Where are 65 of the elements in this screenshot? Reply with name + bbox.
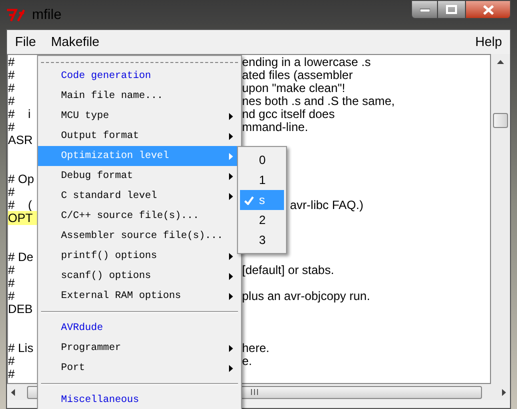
menu-item[interactable]: scanf() options: [38, 266, 241, 286]
menu-item[interactable]: Assembler source file(s)...: [38, 226, 241, 246]
menu-item[interactable]: Port: [38, 358, 241, 378]
code-line: # i: [8, 107, 31, 121]
menu-section-title: Miscellaneous: [60, 394, 140, 408]
code-line: #: [8, 81, 15, 95]
menu-section-title: AVRdude: [60, 322, 104, 336]
code-line: #: [8, 55, 15, 69]
scroll-right-icon: [502, 388, 506, 396]
code-line: here.: [242, 342, 270, 355]
submenu-item[interactable]: 0: [240, 150, 284, 170]
submenu-item[interactable]: 3: [240, 230, 284, 250]
menu-section-title: Code generation: [60, 70, 152, 84]
menu-item[interactable]: Debug format: [38, 166, 241, 186]
app-logo-icon: [6, 8, 26, 22]
code-line: upon "make clean"!: [242, 82, 346, 95]
code-line: #: [8, 276, 15, 290]
menu-bar-item[interactable]: File: [15, 32, 36, 52]
menu-item[interactable]: MCU type: [38, 106, 241, 126]
scroll-thumb[interactable]: [493, 113, 508, 128]
code-line: ending in a lowercase .s: [242, 56, 371, 69]
menu-item[interactable]: C/C++ source file(s)...: [38, 206, 241, 226]
maximize-button[interactable]: [438, 0, 465, 19]
code-line: #: [8, 289, 15, 303]
menu-item[interactable]: External RAM options: [38, 286, 241, 306]
code-line: avr-libc FAQ.): [290, 199, 364, 212]
vertical-scrollbar[interactable]: [491, 54, 510, 384]
code-line: DEB: [8, 302, 33, 316]
maximize-icon: [446, 5, 457, 14]
menu-item[interactable]: Programmer: [38, 338, 241, 358]
menu-item[interactable]: Output format: [38, 126, 241, 146]
code-line: # Lis: [8, 341, 34, 355]
code-line: #: [8, 185, 15, 199]
close-icon: [482, 4, 494, 14]
code-line: #: [8, 120, 15, 134]
menu-bar-item[interactable]: Help: [475, 32, 502, 52]
code-line: #: [8, 94, 15, 108]
code-line: # (: [8, 198, 32, 212]
menu-bar-item[interactable]: Makefile: [50, 32, 100, 52]
code-line: ASR: [8, 133, 33, 147]
code-line: plus an avr-objcopy run.: [242, 290, 370, 303]
code-line: # De: [8, 250, 34, 264]
code-line: #: [8, 263, 15, 277]
code-line: nd gcc itself does: [242, 108, 335, 121]
grip-icon: [251, 389, 258, 395]
close-button[interactable]: [465, 0, 511, 19]
code-line: # Op: [8, 172, 34, 186]
submenu-item[interactable]: 2: [240, 210, 284, 230]
code-line: [default] or stabs.: [242, 264, 334, 277]
code-line: #: [8, 68, 15, 82]
code-line: mmand-line.: [242, 121, 308, 134]
minimize-icon: [420, 8, 430, 12]
menu-item[interactable]: C standard level: [38, 186, 241, 206]
scroll-left-icon: [11, 388, 15, 396]
submenu-item[interactable]: 1: [240, 170, 284, 190]
code-line: ated files (assembler: [242, 69, 353, 82]
code-line: e.: [242, 355, 252, 368]
window-title: mfile: [32, 5, 62, 24]
code-line: #: [8, 354, 15, 368]
minimize-button[interactable]: [411, 0, 438, 19]
code-line: #: [8, 367, 15, 381]
menu-item[interactable]: Main file name...: [38, 86, 241, 106]
code-line: nes both .s and .S the same,: [242, 95, 395, 108]
scroll-up-icon: [497, 60, 504, 64]
menu-item[interactable]: printf() options: [38, 246, 241, 266]
